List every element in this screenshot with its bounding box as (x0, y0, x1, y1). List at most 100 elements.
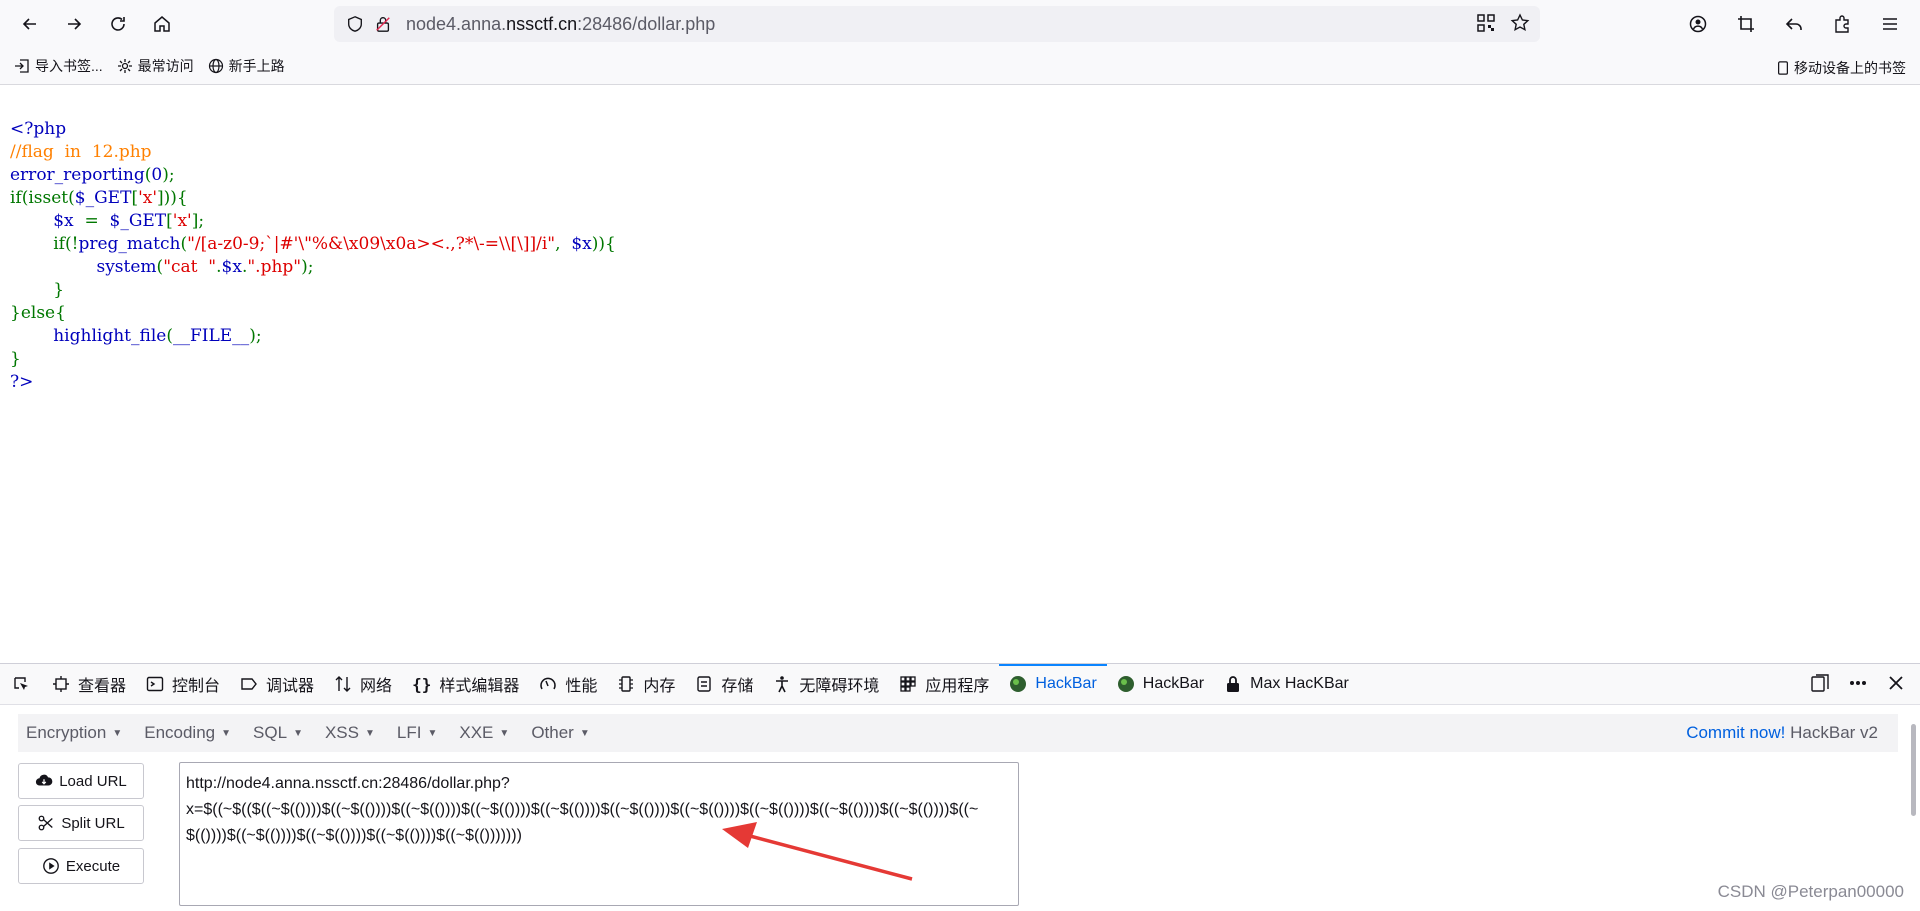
storage-icon (697, 676, 712, 692)
globe-icon (208, 58, 223, 74)
mobile-bookmarks[interactable]: 移动设备上的书签 (1776, 58, 1906, 78)
menu-xxe[interactable]: XXE ▼ (459, 723, 509, 743)
tab-max-hackbar[interactable]: Max HacKBar (1214, 664, 1359, 704)
menu-button[interactable] (1872, 6, 1908, 42)
screenshot-button[interactable] (1728, 6, 1764, 42)
hackbar-logo-icon (1117, 676, 1134, 692)
tab-label: 性能 (565, 678, 598, 695)
inspector-icon (53, 676, 69, 692)
menu-sql[interactable]: SQL ▼ (253, 723, 303, 743)
account-button[interactable] (1680, 6, 1716, 42)
arrow-right-icon (68, 18, 82, 30)
play-circle-icon (43, 858, 59, 874)
home-button[interactable] (144, 6, 180, 42)
menu-other[interactable]: Other ▼ (531, 723, 589, 743)
tab-label: 调试器 (266, 678, 315, 695)
url-text[interactable]: node4.anna.nssctf.cn:28486/dollar.php (406, 14, 715, 35)
hackbar-url-textarea[interactable]: http://node4.anna.nssctf.cn:28486/dollar… (179, 762, 1019, 906)
hackbar-commit: Commit now! HackBar v2 (1686, 723, 1878, 743)
load-url-button[interactable]: Load URL (18, 763, 144, 799)
menu-label: XXE (459, 723, 494, 742)
forward-button[interactable] (56, 6, 92, 42)
browser-toolbar: node4.anna.nssctf.cn:28486/dollar.php (0, 0, 1920, 48)
pick-element-icon (14, 677, 28, 690)
tab-performance[interactable]: 性能 (529, 664, 607, 704)
tab-network[interactable]: 网络 (324, 664, 402, 704)
tab-label: HackBar (1035, 675, 1097, 692)
menu-xss[interactable]: XSS ▼ (325, 723, 375, 743)
star-icon[interactable] (1510, 13, 1530, 33)
dock-side-icon[interactable] (1810, 673, 1830, 693)
network-icon (335, 676, 351, 692)
code-line: if(!preg_match("/[a-z0-9;`|#'\"%&\x09\x0… (53, 234, 616, 254)
home-icon (154, 16, 170, 32)
watermark: CSDN @Peterpan00000 (1717, 882, 1904, 901)
mobile-bookmarks-label: 移动设备上的书签 (1794, 60, 1906, 76)
close-icon[interactable] (1886, 673, 1906, 693)
tab-label: 应用程序 (925, 678, 990, 695)
scissors-icon (38, 815, 54, 831)
tab-hackbar[interactable]: HackBar (1107, 664, 1214, 704)
account-icon (1689, 15, 1707, 33)
code-line: error_reporting(0); (10, 165, 175, 185)
tab-storage[interactable]: 存储 (685, 664, 763, 704)
bookmark-label: 导入书签... (35, 58, 103, 74)
tab-console[interactable]: 控制台 (136, 664, 230, 704)
button-label: Execute (65, 857, 121, 875)
split-url-button[interactable]: Split URL (18, 805, 144, 841)
reload-button[interactable] (100, 6, 136, 42)
back-button[interactable] (12, 6, 48, 42)
menu-encryption[interactable]: Encryption ▼ (26, 723, 122, 743)
bookmark-import[interactable]: 导入书签... (14, 56, 103, 76)
reload-icon (111, 17, 125, 31)
extensions-button[interactable] (1824, 6, 1860, 42)
code-line: $x = $_GET['x']; (53, 211, 205, 231)
commit-now-link[interactable]: Commit now! (1686, 723, 1785, 742)
code-line: highlight_file(__FILE__); (53, 326, 262, 346)
execute-button[interactable]: Execute (18, 848, 144, 884)
qr-code-icon[interactable] (1476, 13, 1496, 33)
url-bar[interactable]: node4.anna.nssctf.cn:28486/dollar.php (334, 6, 1540, 42)
tab-label: Max HacKBar (1250, 675, 1349, 692)
code-line: system("cat ".$x.".php"); (96, 257, 314, 277)
tab-hackbar-active[interactable]: HackBar (999, 664, 1108, 704)
tab-label: 网络 (360, 678, 393, 695)
scrollbar[interactable] (1911, 724, 1916, 816)
menu-encoding[interactable]: Encoding ▼ (144, 723, 231, 743)
tab-memory[interactable]: 内存 (607, 664, 685, 704)
bookmark-getting-started[interactable]: 新手上路 (208, 56, 285, 76)
caret-down-icon: ▼ (293, 727, 303, 739)
bookmark-most-visited[interactable]: 最常访问 (117, 56, 194, 76)
gear-icon (117, 59, 132, 73)
memory-icon (619, 676, 634, 692)
tab-style-editor[interactable]: {} 样式编辑器 (402, 664, 529, 704)
button-label: Load URL (59, 772, 127, 790)
lock-icon (1227, 676, 1240, 692)
import-icon (15, 59, 29, 73)
insecure-lock-icon[interactable] (372, 13, 394, 35)
tab-inspector[interactable]: 查看器 (42, 664, 136, 704)
tab-debugger[interactable]: 调试器 (230, 664, 324, 704)
caret-down-icon: ▼ (579, 727, 590, 739)
menu-label: Other (531, 723, 574, 742)
more-options-icon[interactable] (1848, 673, 1868, 693)
mobile-device-icon (1778, 61, 1788, 75)
tab-accessibility[interactable]: 无障碍环境 (763, 664, 889, 704)
undo-button[interactable] (1776, 6, 1812, 42)
menu-lfi[interactable]: LFI ▼ (397, 723, 437, 743)
caret-down-icon: ▼ (427, 727, 438, 739)
code-line: <?php (10, 119, 67, 139)
tab-application[interactable]: 应用程序 (889, 664, 999, 704)
shield-icon[interactable] (344, 13, 366, 35)
element-picker-button[interactable] (0, 664, 42, 704)
bookmarks-bar: 导入书签... 最常访问 新手上路 移动设备上的书签 (0, 48, 1920, 85)
grid-icon (900, 676, 917, 692)
debugger-icon (241, 678, 257, 690)
crop-icon (1738, 16, 1754, 32)
hackbar-version: HackBar v2 (1790, 723, 1878, 742)
menu-label: Encryption (26, 723, 107, 742)
menu-label: Encoding (144, 723, 216, 742)
button-label: Split URL (61, 814, 125, 832)
code-line: } (10, 280, 65, 300)
caret-down-icon: ▼ (365, 727, 375, 739)
